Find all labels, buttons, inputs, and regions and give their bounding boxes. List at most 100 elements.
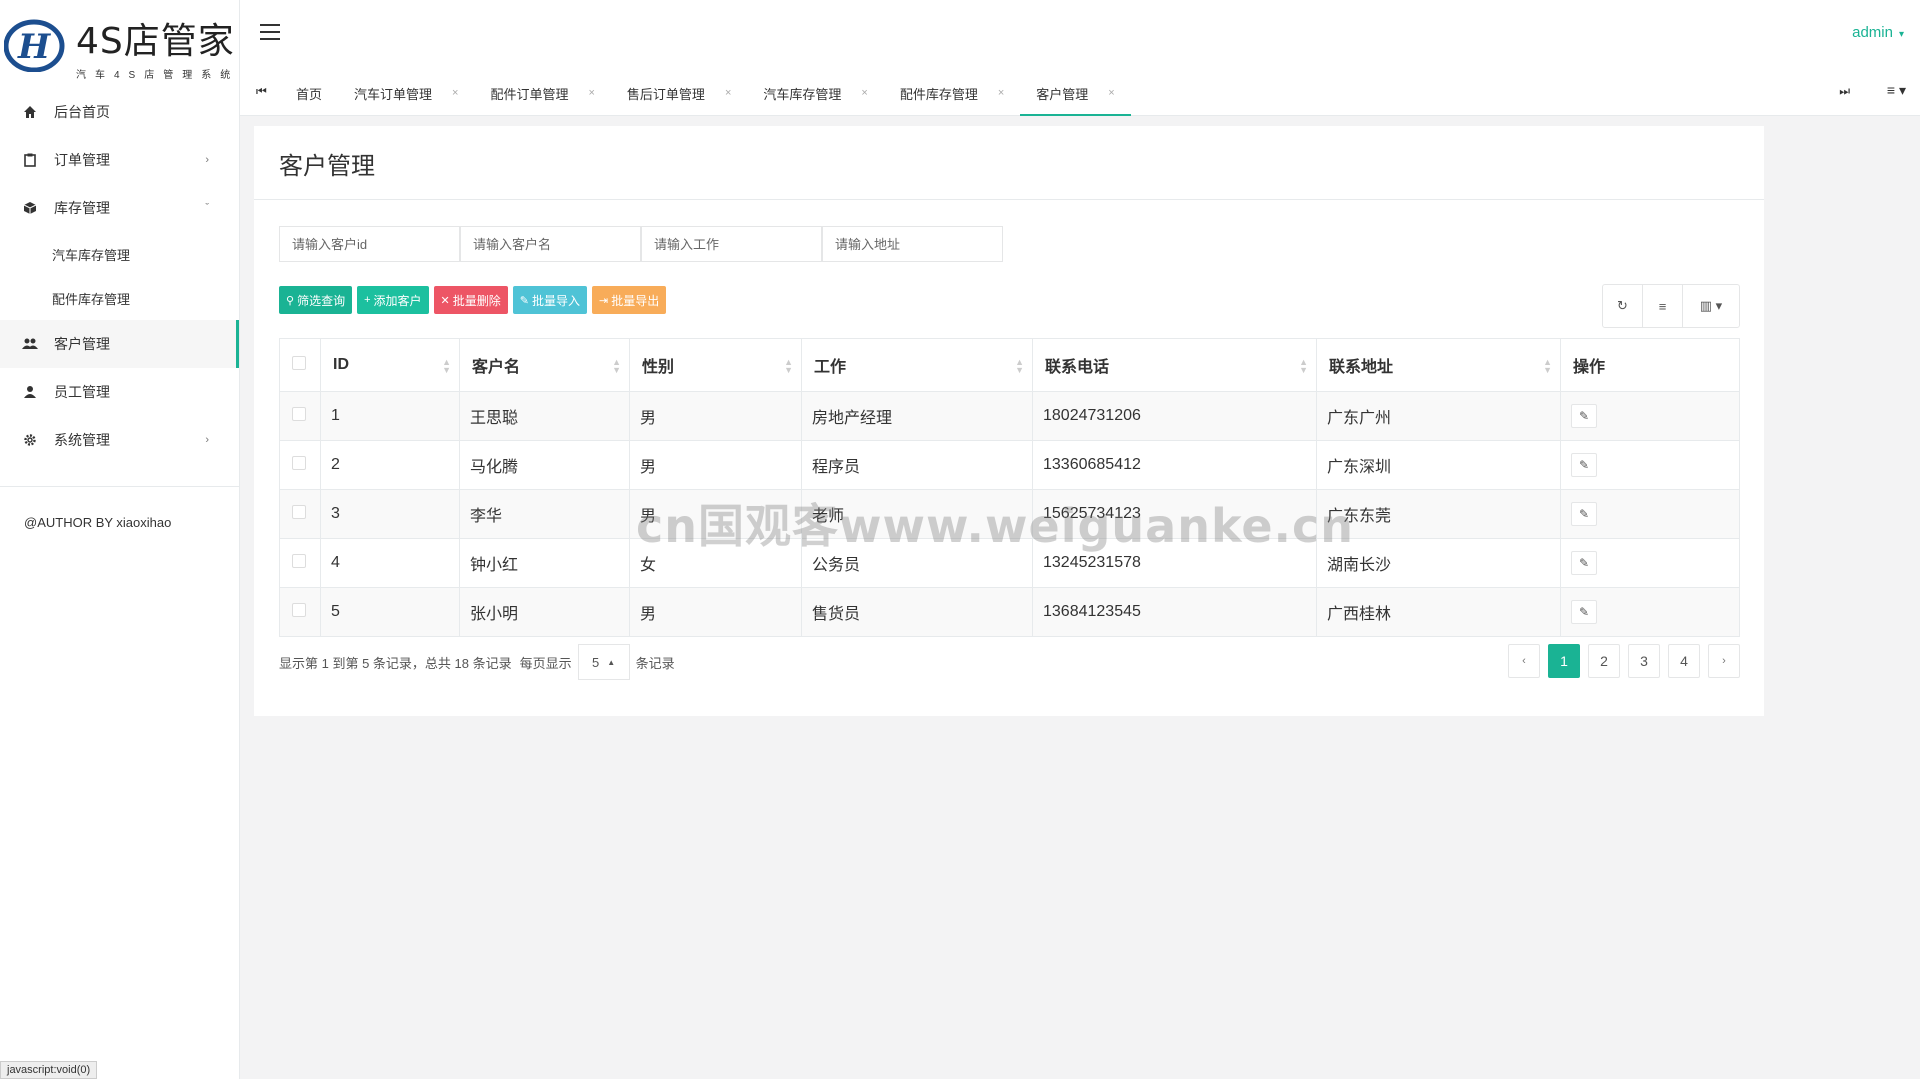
tab-home[interactable]: 首页 — [280, 70, 338, 116]
page-2[interactable]: 2 — [1588, 644, 1620, 678]
users-icon — [22, 336, 38, 352]
cell-phone: 18024731206 — [1032, 391, 1317, 441]
edit-icon: ✎ — [519, 294, 529, 307]
button-label: 批量导出 — [611, 293, 660, 308]
row-checkbox[interactable] — [292, 455, 306, 470]
row-checkbox[interactable] — [292, 504, 306, 519]
customer-name-input[interactable] — [460, 226, 641, 262]
pagination-info: 显示第 1 到第 5 条记录，总共 18 条记录 每页显示 5 ▲ 条记录 — [279, 644, 675, 680]
sidebar-item-inventory[interactable]: 库存管理 ˇ — [0, 184, 239, 232]
row-select-cell — [279, 587, 321, 637]
close-icon[interactable]: × — [998, 87, 1004, 99]
svg-text:H: H — [17, 27, 52, 67]
tab-parts-inventory[interactable]: 配件库存管理 × — [884, 70, 1020, 116]
author-credit: @AUTHOR BY xiaoxihao — [24, 515, 172, 530]
tabs-scroll-right-icon[interactable]: ⏭ — [1839, 84, 1850, 99]
cell-id: 5 — [320, 587, 460, 637]
columns-icon[interactable]: ▥ ▾ — [1683, 285, 1739, 327]
row-checkbox[interactable] — [292, 553, 306, 568]
tab-customers[interactable]: 客户管理 × — [1020, 70, 1132, 116]
tabs-menu-icon[interactable]: ≡ ▾ — [1887, 82, 1906, 99]
row-checkbox[interactable] — [292, 406, 306, 421]
cell-address: 广西桂林 — [1316, 587, 1561, 637]
edit-icon[interactable]: ✎ — [1571, 551, 1597, 575]
job-input[interactable] — [641, 226, 822, 262]
user-menu[interactable]: admin ▾ — [1852, 24, 1904, 41]
row-checkbox[interactable] — [292, 602, 306, 617]
button-label: 批量导入 — [531, 293, 580, 308]
column-header-name[interactable]: 客户名 ▲ ▼ — [459, 338, 630, 392]
page-4[interactable]: 4 — [1668, 644, 1700, 678]
cell-name: 张小明 — [459, 587, 630, 637]
per-page-label: 每页显示 — [519, 655, 572, 671]
edit-icon[interactable]: ✎ — [1571, 600, 1597, 624]
cell-id: 3 — [320, 489, 460, 539]
search-button[interactable]: ⚲ 筛选查询 — [279, 286, 353, 314]
page-3[interactable]: 3 — [1628, 644, 1660, 678]
batch-delete-button[interactable]: ✕ 批量删除 — [433, 286, 508, 314]
table-header-row: ID ▲ ▼ 客户名 ▲ ▼ 性别 ▲ ▼ 工作 ▲ ▼ 联系电话 ▲ ▼ 联系地址 ▲ ▼ 操作 — [279, 338, 1740, 392]
close-icon[interactable]: × — [861, 87, 867, 99]
close-icon[interactable]: × — [1108, 87, 1114, 99]
cell-name: 王思聪 — [459, 391, 630, 441]
sidebar-item-orders[interactable]: 订单管理 › — [0, 136, 239, 184]
table-row: 2 马化腾 男 程序员 13360685412 广东深圳 ✎ — [279, 440, 1740, 490]
cell-actions: ✎ — [1560, 391, 1740, 441]
cell-gender: 男 — [629, 587, 802, 637]
edit-icon[interactable]: ✎ — [1571, 502, 1597, 526]
batch-export-button[interactable]: ⇥ 批量导出 — [592, 286, 667, 314]
tab-label: 配件订单管理 — [490, 86, 569, 102]
cell-actions: ✎ — [1560, 538, 1740, 588]
cell-address: 广东深圳 — [1316, 440, 1561, 490]
refresh-icon[interactable]: ↻ — [1603, 285, 1643, 327]
sidebar-item-label: 客户管理 — [54, 336, 110, 352]
sort-icon: ▲ ▼ — [1015, 357, 1024, 375]
tab-label: 客户管理 — [1036, 86, 1089, 102]
cell-id: 1 — [320, 391, 460, 441]
sidebar-subitem-parts-inventory[interactable]: 配件库存管理 — [0, 276, 239, 320]
button-label: 筛选查询 — [297, 293, 346, 308]
tabs-scroll-left-icon[interactable]: ⏮ — [256, 84, 267, 99]
cell-gender: 男 — [629, 440, 802, 490]
page-size-value: 5 — [592, 654, 600, 670]
edit-icon[interactable]: ✎ — [1571, 404, 1597, 428]
cell-job: 程序员 — [801, 440, 1033, 490]
top-header: admin ▾ — [240, 0, 1920, 70]
toggle-view-icon[interactable]: ≡ — [1643, 285, 1683, 327]
sidebar-item-customers[interactable]: 客户管理 — [0, 320, 239, 368]
batch-import-button[interactable]: ✎ 批量导入 — [512, 286, 587, 314]
page-next[interactable]: › — [1708, 644, 1740, 678]
column-label: 工作 — [814, 359, 847, 376]
add-customer-button[interactable]: + 添加客户 — [357, 286, 429, 314]
column-header-id[interactable]: ID ▲ ▼ — [320, 338, 460, 392]
sidebar-item-system[interactable]: 系统管理 › — [0, 416, 239, 464]
customer-id-input[interactable] — [279, 226, 460, 262]
address-input[interactable] — [822, 226, 1003, 262]
menu-toggle-icon[interactable] — [260, 24, 280, 40]
close-icon[interactable]: × — [452, 87, 458, 99]
column-header-job[interactable]: 工作 ▲ ▼ — [801, 338, 1033, 392]
tab-aftersales-orders[interactable]: 售后订单管理 × — [611, 70, 747, 116]
sidebar-item-dashboard[interactable]: 后台首页 — [0, 88, 239, 136]
close-icon[interactable]: × — [588, 87, 594, 99]
sidebar-item-label: 员工管理 — [54, 384, 110, 400]
column-header-address[interactable]: 联系地址 ▲ ▼ — [1316, 338, 1561, 392]
page-1[interactable]: 1 — [1548, 644, 1580, 678]
page-prev[interactable]: ‹ — [1508, 644, 1540, 678]
brand-logo[interactable]: H 4S店管家 汽车4S店管理系统 — [0, 0, 239, 88]
sidebar-item-employees[interactable]: 员工管理 — [0, 368, 239, 416]
select-all-checkbox[interactable] — [292, 355, 306, 370]
browser-status-bar: javascript:void(0) — [0, 1061, 98, 1079]
tab-car-orders[interactable]: 汽车订单管理 × — [338, 70, 474, 116]
column-label: 联系地址 — [1329, 359, 1394, 376]
box-icon — [22, 200, 38, 216]
tab-parts-orders[interactable]: 配件订单管理 × — [474, 70, 610, 116]
column-header-gender[interactable]: 性别 ▲ ▼ — [629, 338, 802, 392]
row-select-cell — [279, 489, 321, 539]
close-icon[interactable]: × — [725, 87, 731, 99]
edit-icon[interactable]: ✎ — [1571, 453, 1597, 477]
page-size-select[interactable]: 5 ▲ — [577, 644, 630, 680]
tab-car-inventory[interactable]: 汽车库存管理 × — [747, 70, 883, 116]
sidebar-subitem-car-inventory[interactable]: 汽车库存管理 — [0, 232, 239, 276]
column-header-phone[interactable]: 联系电话 ▲ ▼ — [1032, 338, 1317, 392]
